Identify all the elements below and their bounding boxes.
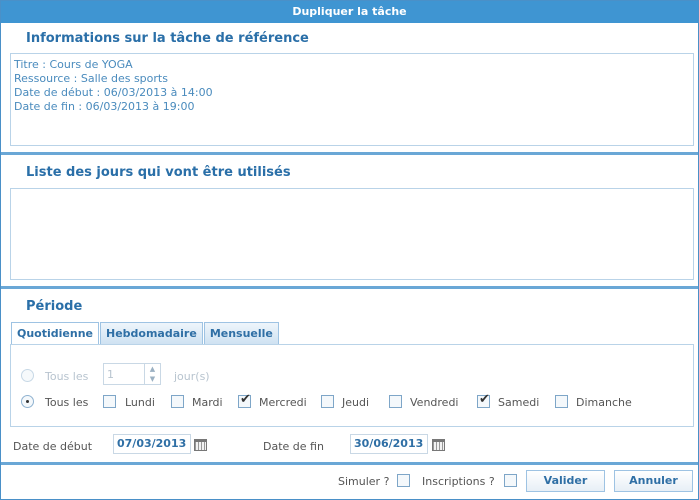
inscriptions-label: Inscriptions ? [422, 475, 495, 488]
chevron-up-icon[interactable]: ▲ [145, 364, 160, 374]
checkbox-mercredi[interactable]: ✔ [238, 392, 251, 408]
period-title: Période [26, 299, 83, 314]
every-weekday-radio[interactable] [21, 395, 34, 408]
cancel-button[interactable]: Annuler [614, 470, 693, 492]
info-end-date: Date de fin : 06/03/2013 à 19:00 [14, 100, 195, 113]
every-n-days-radio[interactable] [21, 369, 34, 382]
calendar-icon[interactable] [432, 439, 445, 451]
every-weekday-label: Tous les [45, 396, 89, 409]
day-label-mercredi: Mercredi [259, 396, 307, 409]
tab-monthly[interactable]: Mensuelle [203, 322, 279, 344]
days-list-title: Liste des jours qui vont être utilisés [26, 165, 291, 180]
checkmark-icon: ✔ [479, 392, 490, 407]
period-tabs: Quotidienne Hebdomadaire Mensuelle [11, 322, 280, 345]
checkbox-mardi[interactable] [171, 395, 184, 408]
daily-tab-panel [10, 344, 694, 427]
separator [1, 286, 698, 289]
info-title: Titre : Cours de YOGA [14, 58, 133, 71]
checkbox-vendredi[interactable] [389, 395, 402, 408]
start-date-label: Date de début [13, 440, 93, 453]
day-label-jeudi: Jeudi [342, 396, 370, 409]
simulate-label: Simuler ? [338, 475, 390, 488]
checkbox-dimanche[interactable] [555, 395, 568, 408]
checkmark-icon: ✔ [240, 392, 251, 407]
dialog-title: Dupliquer la tâche [1, 1, 698, 23]
inscriptions-checkbox[interactable] [504, 474, 517, 487]
start-date-field[interactable]: 07/03/2013 [113, 434, 191, 454]
reference-info-box: Titre : Cours de YOGA Ressource : Salle … [10, 53, 694, 146]
checkbox-samedi[interactable]: ✔ [477, 392, 490, 408]
day-label-lundi: Lundi [125, 396, 155, 409]
reference-section-title: Informations sur la tâche de référence [26, 31, 309, 46]
validate-button[interactable]: Valider [526, 470, 605, 492]
chevron-down-icon[interactable]: ▼ [145, 374, 160, 384]
separator [1, 462, 698, 465]
day-label-dimanche: Dimanche [576, 396, 632, 409]
day-label-mardi: Mardi [192, 396, 223, 409]
days-interval-stepper[interactable]: 1 ▲ ▼ [103, 363, 161, 385]
info-resource: Ressource : Salle des sports [14, 72, 168, 85]
checkbox-lundi[interactable] [103, 395, 116, 408]
calendar-icon[interactable] [194, 439, 207, 451]
separator [1, 152, 698, 155]
end-date-field[interactable]: 30/06/2013 [350, 434, 428, 454]
duplicate-task-dialog: Dupliquer la tâche Informations sur la t… [0, 0, 699, 500]
day-label-samedi: Samedi [498, 396, 540, 409]
every-n-days-label: Tous les [45, 370, 89, 383]
simulate-checkbox[interactable] [397, 474, 410, 487]
days-unit-label: jour(s) [174, 370, 210, 383]
days-interval-value: 1 [107, 368, 114, 381]
end-date-label: Date de fin [263, 440, 324, 453]
stepper-arrows[interactable]: ▲ ▼ [144, 364, 160, 384]
days-list-box[interactable] [10, 188, 694, 280]
day-label-vendredi: Vendredi [410, 396, 459, 409]
tab-weekly[interactable]: Hebdomadaire [100, 322, 203, 344]
tab-daily[interactable]: Quotidienne [11, 322, 99, 345]
checkbox-jeudi[interactable] [321, 395, 334, 408]
info-start-date: Date de début : 06/03/2013 à 14:00 [14, 86, 213, 99]
